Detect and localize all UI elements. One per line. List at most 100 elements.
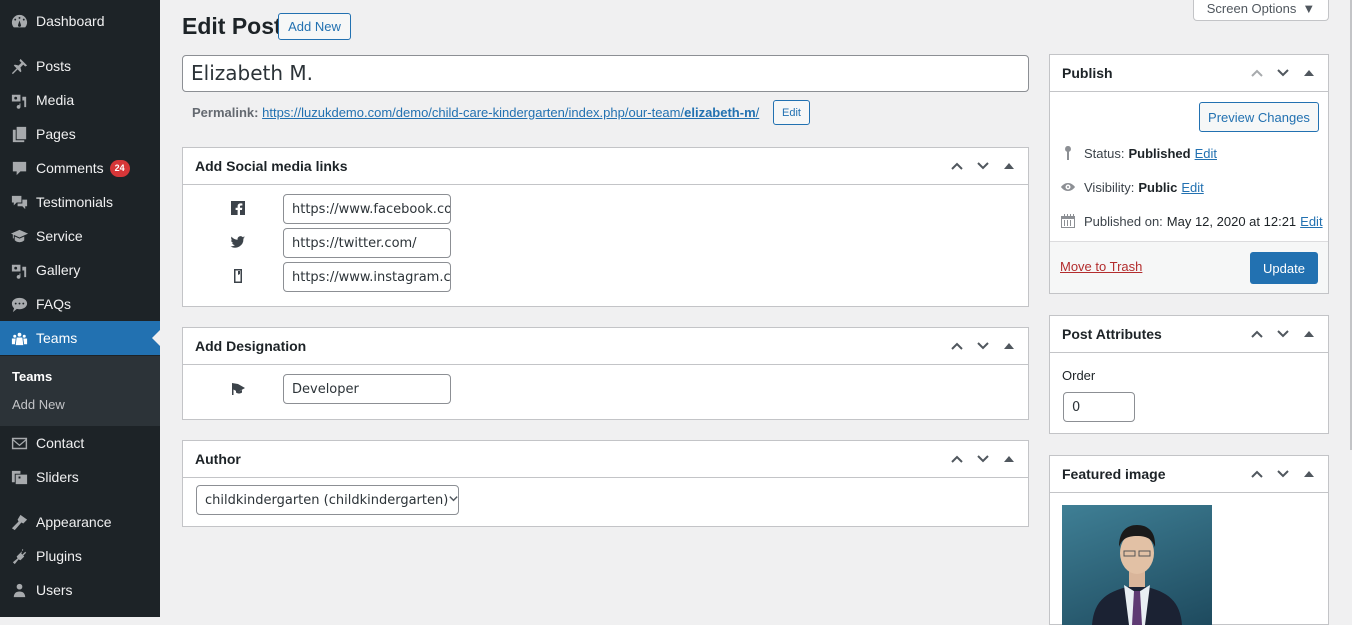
author-select[interactable]: childkindergarten (childkindergarten) [196, 485, 459, 515]
box-title: Featured image [1062, 466, 1166, 482]
order-label: Order [1062, 368, 1096, 383]
sidebar-item-posts[interactable]: Posts [0, 49, 160, 83]
media-icon [0, 91, 36, 110]
faq-icon [0, 295, 36, 314]
sidebar-item-comments[interactable]: Comments 24 [0, 151, 160, 185]
slides-icon [0, 468, 36, 487]
move-up-icon[interactable] [1246, 323, 1268, 345]
published-date: May 12, 2020 at 12:21 [1166, 213, 1297, 229]
toggle-panel-icon[interactable] [998, 335, 1020, 357]
toggle-panel-icon[interactable] [1298, 463, 1320, 485]
sidebar-item-label: Media [36, 92, 75, 108]
screen-options-button[interactable]: Screen Options ▼ [1193, 0, 1329, 21]
move-down-icon[interactable] [972, 448, 994, 470]
sidebar-item-label: Gallery [36, 262, 81, 278]
teams-submenu: Teams Add New [0, 356, 160, 426]
pages-icon [0, 125, 36, 144]
publish-box: Publish Preview Changes Status: Published… [1049, 54, 1329, 294]
graduation-cap-icon [229, 380, 247, 398]
post-attributes-box: Post Attributes Order 0 [1049, 315, 1329, 434]
featured-image-thumbnail[interactable] [1062, 505, 1212, 625]
edit-date-link[interactable]: Edit [1300, 214, 1322, 229]
author-selected-value: childkindergarten (childkindergarten) [205, 492, 449, 508]
sidebar-item-label: Sliders [36, 469, 79, 485]
twitter-icon [229, 233, 247, 251]
sidebar-item-label: Dashboard [36, 13, 105, 29]
social-links-box: Add Social media links https://www.faceb… [182, 147, 1029, 307]
permalink-link[interactable]: https://luzukdemo.com/demo/child-care-ki… [262, 105, 759, 120]
comments-count-badge: 24 [109, 159, 130, 177]
move-up-icon[interactable] [946, 335, 968, 357]
sidebar-item-teams[interactable]: Teams [0, 321, 160, 355]
move-up-icon[interactable] [1246, 463, 1268, 485]
permalink: Permalink: https://luzukdemo.com/demo/ch… [192, 105, 759, 120]
move-down-icon[interactable] [1272, 323, 1294, 345]
facebook-url-input[interactable]: https://www.facebook.com/ [283, 194, 451, 224]
sidebar-item-pages[interactable]: Pages [0, 117, 160, 151]
sidebar-item-contact[interactable]: Contact [0, 426, 160, 460]
sidebar-item-service[interactable]: Service [0, 219, 160, 253]
visibility-value: Public [1138, 179, 1178, 195]
page-title: Edit Post [182, 13, 282, 39]
sidebar-item-faqs[interactable]: FAQs [0, 287, 160, 321]
submenu-item-add-new[interactable]: Add New [12, 397, 65, 412]
toggle-panel-icon[interactable] [1298, 62, 1320, 84]
instagram-url-input[interactable]: https://www.instagram.com/ [283, 262, 451, 292]
toggle-panel-icon[interactable] [998, 155, 1020, 177]
sidebar-item-gallery[interactable]: Gallery [0, 253, 160, 287]
box-title: Add Designation [195, 338, 307, 354]
groups-icon [0, 329, 36, 348]
move-to-trash-link[interactable]: Move to Trash [1060, 259, 1142, 274]
email-icon [0, 434, 36, 453]
post-title-input[interactable]: Elizabeth M. [182, 55, 1029, 92]
box-title: Add Social media links [195, 158, 348, 174]
box-title: Post Attributes [1062, 326, 1162, 342]
move-up-icon[interactable] [946, 155, 968, 177]
move-down-icon[interactable] [972, 335, 994, 357]
sidebar-item-label: Teams [36, 330, 78, 346]
caret-down-icon: ▼ [1302, 0, 1316, 16]
sidebar-item-sliders[interactable]: Sliders [0, 460, 160, 494]
sidebar-item-users[interactable]: Users [0, 573, 160, 607]
sidebar-item-dashboard[interactable]: Dashboard [0, 4, 160, 38]
sidebar-item-label: Posts [36, 58, 72, 74]
user-icon [0, 581, 36, 600]
edit-visibility-link[interactable]: Edit [1181, 180, 1203, 195]
move-up-icon[interactable] [946, 448, 968, 470]
plugin-icon [0, 547, 36, 566]
preview-changes-button[interactable]: Preview Changes [1199, 102, 1319, 132]
sidebar-item-testimonials[interactable]: Testimonials [0, 185, 160, 219]
main-content: Screen Options ▼ Edit Post Add New Eliza… [160, 0, 1352, 625]
twitter-url-input[interactable]: https://twitter.com/ [283, 228, 451, 258]
pin-icon [0, 57, 36, 76]
move-up-icon[interactable] [1246, 62, 1268, 84]
gallery-icon [0, 261, 36, 280]
status-value: Published [1128, 145, 1191, 161]
featured-image-box: Featured image [1049, 455, 1329, 625]
sidebar-item-label: Service [36, 228, 83, 244]
graduation-cap-icon [0, 227, 36, 246]
chevron-down-icon [448, 493, 458, 508]
toggle-panel-icon[interactable] [998, 448, 1020, 470]
order-input[interactable]: 0 [1063, 392, 1135, 422]
permalink-edit-button[interactable]: Edit [773, 100, 810, 125]
add-new-button[interactable]: Add New [278, 13, 351, 40]
comment-icon [0, 159, 36, 178]
move-down-icon[interactable] [1272, 463, 1294, 485]
sidebar-item-media[interactable]: Media [0, 83, 160, 117]
update-button[interactable]: Update [1250, 252, 1318, 284]
sidebar-item-label: Users [36, 582, 73, 598]
designation-input[interactable]: Developer [283, 374, 451, 404]
sidebar-item-label: Contact [36, 435, 85, 451]
dashboard-icon [0, 12, 36, 31]
calendar-icon [1061, 214, 1075, 228]
sidebar-item-appearance[interactable]: Appearance [0, 505, 160, 539]
toggle-panel-icon[interactable] [1298, 323, 1320, 345]
submenu-item-teams[interactable]: Teams [12, 369, 52, 384]
move-down-icon[interactable] [1272, 62, 1294, 84]
sidebar-item-plugins[interactable]: Plugins [0, 539, 160, 573]
designation-box: Add Designation Developer [182, 327, 1029, 420]
permalink-label: Permalink: [192, 105, 259, 120]
move-down-icon[interactable] [972, 155, 994, 177]
edit-status-link[interactable]: Edit [1195, 146, 1217, 161]
